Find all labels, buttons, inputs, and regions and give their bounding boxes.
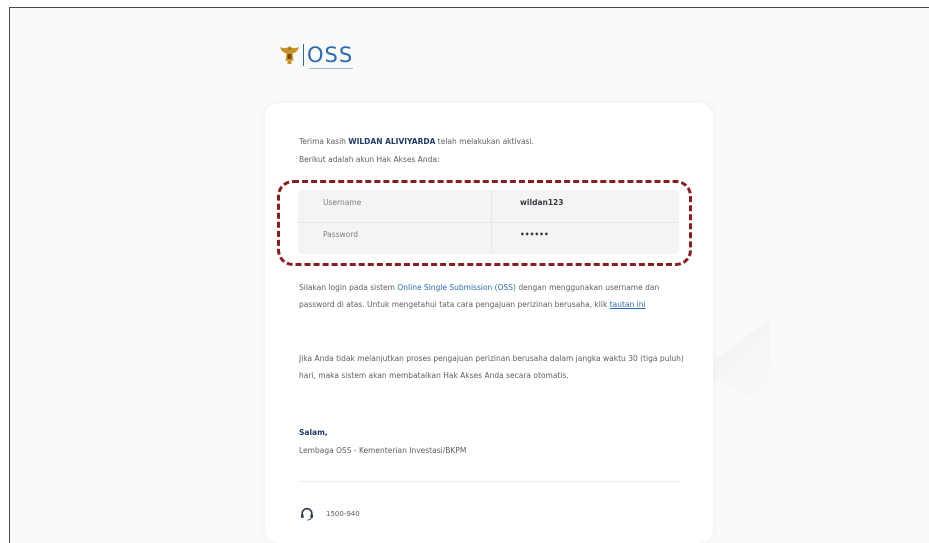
logo-separator bbox=[303, 44, 304, 66]
user-full-name: WILDAN ALIVIYARDA bbox=[348, 137, 436, 146]
headset-icon bbox=[301, 507, 313, 521]
instructions-text-a: Silakan login pada sistem bbox=[299, 283, 395, 292]
greeting-suffix: telah melakukan aktivasi. bbox=[437, 137, 534, 146]
oss-logo-text: OSS bbox=[307, 43, 354, 67]
guide-link[interactable]: tautan ini bbox=[610, 300, 646, 309]
greeting-line-2: Berikut adalah akun Hak Akses Anda: bbox=[299, 155, 440, 164]
oss-wordmark: OSS bbox=[307, 43, 354, 69]
logo-underline bbox=[309, 68, 354, 69]
signature-salam: Salam, bbox=[299, 428, 328, 437]
phone-number[interactable]: 1500-940 bbox=[326, 506, 360, 523]
expiry-warning: Jika Anda tidak melanjutkan proses penga… bbox=[299, 354, 684, 380]
signature-org: Lembaga OSS - Kementerian Investasi/BKPM bbox=[299, 446, 467, 455]
greeting-prefix: Terima kasih bbox=[299, 137, 346, 146]
garuda-emblem-icon bbox=[280, 46, 299, 64]
email-card bbox=[265, 103, 713, 543]
login-instructions: Silakan login pada sistem Online Single … bbox=[299, 279, 691, 313]
greeting-line: Terima kasih WILDAN ALIVIYARDA telah mel… bbox=[299, 133, 534, 150]
footer-divider bbox=[298, 481, 681, 482]
oss-logo: OSS bbox=[279, 43, 354, 69]
highlight-dashed-box bbox=[277, 180, 692, 266]
oss-system-link[interactable]: Online Single Submission (OSS) bbox=[397, 283, 516, 292]
